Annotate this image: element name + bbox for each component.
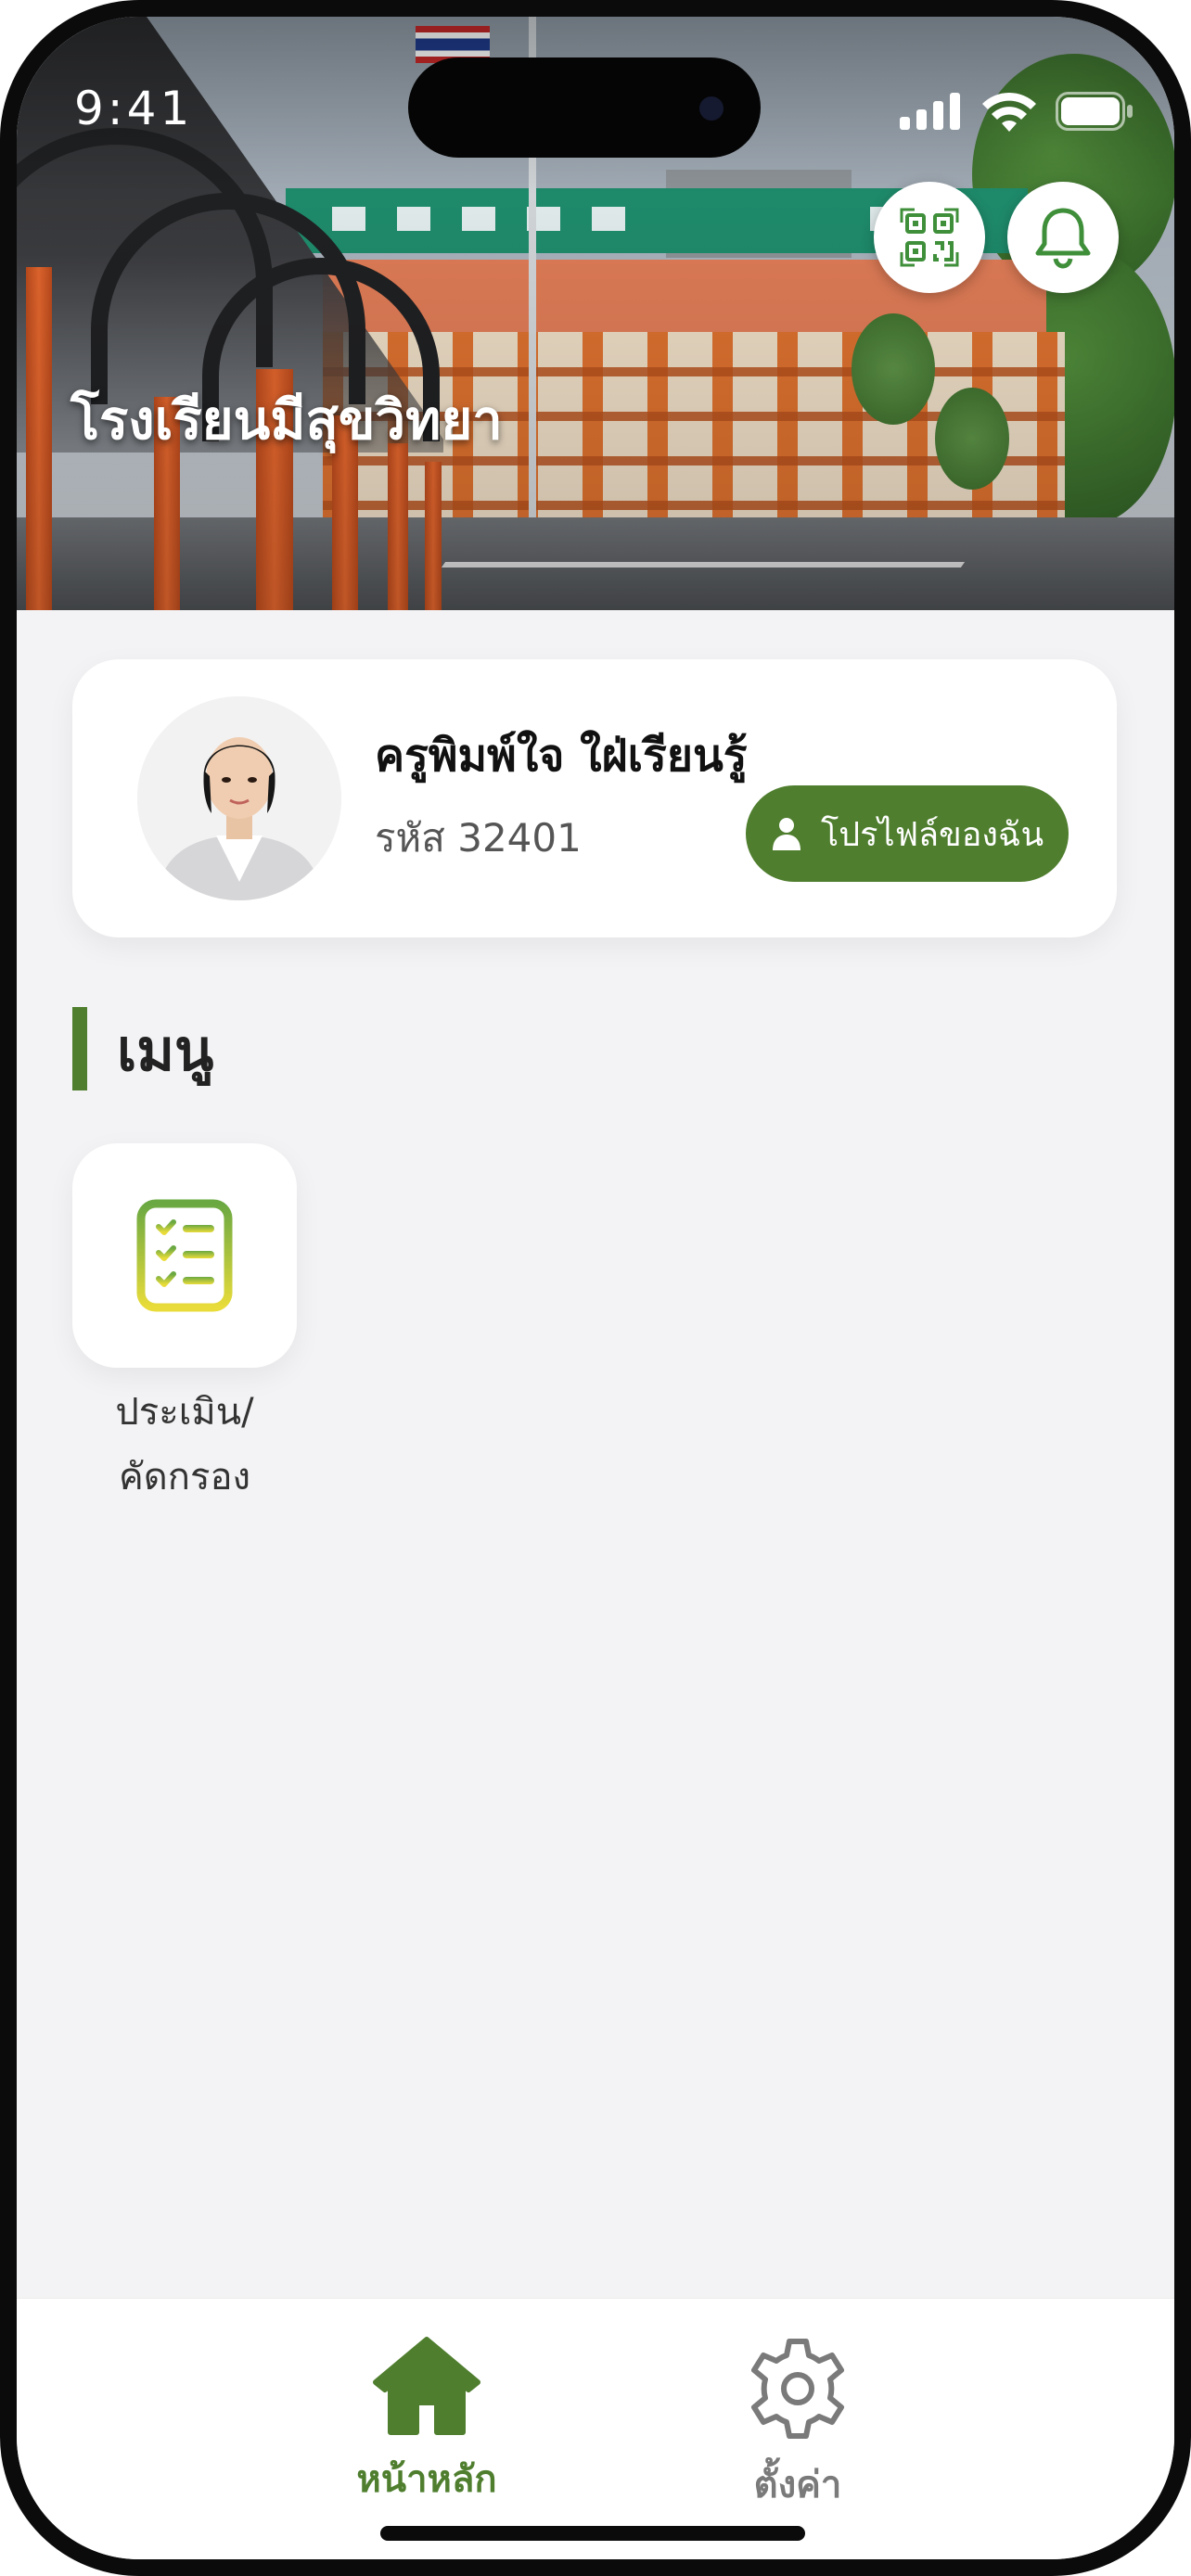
checklist-icon bbox=[136, 1199, 233, 1312]
tab-home[interactable]: หน้าหลัก bbox=[306, 2336, 547, 2508]
notification-button[interactable] bbox=[1007, 182, 1119, 293]
my-profile-button[interactable]: โปรไฟล์ของฉัน bbox=[746, 785, 1069, 882]
school-name: โรงเรียนมีสุขวิทยา bbox=[70, 389, 503, 452]
menu-section-accent bbox=[72, 1007, 87, 1090]
bell-icon bbox=[1035, 208, 1091, 269]
menu-item-assessment-label[interactable]: ประเมิน/ คัดกรอง bbox=[54, 1380, 315, 1510]
status-icons bbox=[900, 91, 1133, 132]
tab-settings-label: ตั้งค่า bbox=[753, 2464, 842, 2506]
phone-screen: โรงเรียนมีสุขวิทยา 9:41 ครูพิมพ์ใจ ใฝ่เร… bbox=[0, 0, 1191, 2576]
my-profile-label: โปรไฟล์ของฉัน bbox=[820, 815, 1044, 854]
teacher-avatar bbox=[137, 696, 341, 900]
status-time: 9:41 bbox=[74, 82, 194, 135]
battery-icon bbox=[1056, 92, 1133, 131]
home-indicator bbox=[380, 2526, 805, 2541]
tab-home-label: หน้าหลัก bbox=[356, 2458, 497, 2501]
menu-item-assessment[interactable] bbox=[72, 1143, 297, 1368]
wifi-icon bbox=[982, 92, 1036, 132]
qr-code-button[interactable] bbox=[874, 182, 985, 293]
person-icon bbox=[772, 818, 800, 850]
menu-section-title: เมนู bbox=[117, 1016, 214, 1084]
gear-icon bbox=[751, 2339, 844, 2439]
qr-code-icon bbox=[900, 208, 959, 267]
teacher-name: ครูพิมพ์ใจ ใฝ่เรียนรู้ bbox=[375, 730, 748, 782]
signal-icon bbox=[900, 93, 960, 130]
teacher-code: รหัส 32401 bbox=[375, 815, 582, 861]
tab-settings[interactable]: ตั้งค่า bbox=[677, 2336, 918, 2514]
home-icon bbox=[373, 2337, 480, 2435]
profile-card: ครูพิมพ์ใจ ใฝ่เรียนรู้ รหัส 32401 โปรไฟล… bbox=[72, 659, 1117, 937]
